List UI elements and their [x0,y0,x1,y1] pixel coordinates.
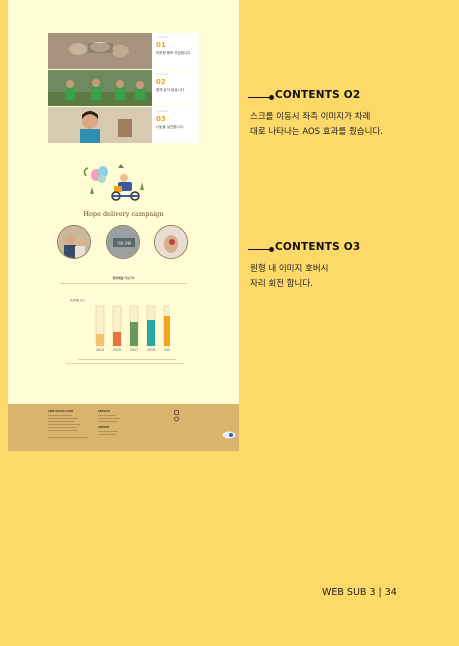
bar-2020 [164,316,170,346]
text-line [78,359,176,360]
card-small-label: VOLUNTEER [156,37,169,39]
top-button-icon[interactable] [222,431,236,439]
footer-line [98,418,120,419]
bar-2019 [147,320,155,346]
footer-line [48,430,78,431]
tick-label-2014: 2014 [96,348,104,352]
page-footer: WEB SUB 3 | 34 [322,587,397,598]
website-preview: VOLUNTEER 01 따뜻한 행복 모금합니다. VOLUNTEER 02 [8,0,239,451]
bar-2015 [113,332,121,346]
bar-2014 [96,334,104,346]
photo-row-3: VOLUNTEER 03 나눔을 실천합니다. [48,107,199,143]
contents-desc-line-1: 스크롤 이동시 좌측 이미지가 차례 [250,112,371,122]
volunteer-photo-2 [48,70,152,106]
bar-2017 [130,322,138,346]
people-photo [58,226,90,258]
contents-label: CONTENTS O3 [275,241,361,253]
circle-sign-label: 기분 전환 [117,241,132,246]
bullet-dot-icon [269,247,274,252]
photo-card-1: VOLUNTEER 01 따뜻한 행복 모금합니다. [152,33,199,69]
tick-label-2017: 2017 [130,348,138,352]
tick-label-2020: 2020 [164,348,170,352]
footer-col2-title: SERVICE [98,410,110,413]
photo-row-1: VOLUNTEER 01 따뜻한 행복 모금합니다. [48,33,199,69]
footer-line [48,421,74,422]
campaign-title: Hope delivery campaign [83,210,164,218]
card-number: 02 [156,78,166,86]
card-text: 나눔을 실천합니다. [156,125,184,129]
photo-card-3: VOLUNTEER 03 나눔을 실천합니다. [152,107,199,143]
photo-row-2: VOLUNTEER 02 함께 같이 돕습니다. [48,70,199,106]
delivery-scooter-illustration [83,164,144,201]
volunteer-photo-3 [48,107,152,143]
tick-label-2015: 2015 [113,348,121,352]
footer-line [98,421,118,422]
footer-line [48,415,72,416]
circle-image-3[interactable] [154,225,188,259]
footer-line [48,437,88,438]
footer-line [98,434,116,435]
footer-line [48,427,76,428]
section-title: 희망배달 더보기? [112,276,135,280]
photo-card-2: VOLUNTEER 02 함께 같이 돕습니다. [152,70,199,106]
contents-desc-line-2: 자리 회전 합니다. [250,279,313,289]
card-text: 따뜻한 행복 모금합니다. [156,51,192,55]
site-footer: LINE SUGAR CLUB SERVICE CENTER [8,404,239,451]
contents-label: CONTENTS O2 [275,89,361,101]
footer-col3-title: CENTER [98,426,109,429]
title-line [248,97,270,98]
social-icons[interactable] [174,410,180,422]
bullet-dot-icon [269,95,274,100]
footer-line [98,431,118,432]
hands-photo [155,226,187,258]
contents-desc-line-1: 원형 내 이미지 호버시 [250,264,329,274]
circle-image-2[interactable]: 기분 전환 [106,225,140,259]
card-number: 03 [156,115,166,123]
text-line [66,363,184,364]
card-small-label: VOLUNTEER [156,74,169,76]
donation-bar-chart: 2014 2015 2017 2019 2020 [95,305,170,352]
footer-line [98,415,116,416]
footer-col1-title: LINE SUGAR CLUB [48,410,74,413]
circle-image-1[interactable] [57,225,91,259]
title-line [248,249,270,250]
card-small-label: VOLUNTEER [156,111,169,113]
footer-line [48,424,80,425]
volunteer-photo-1 [48,33,152,69]
contents-desc-line-2: 대로 나타나는 AOS 효과를 줬습니다. [250,127,383,137]
card-number: 01 [156,41,166,49]
text-line [60,283,187,284]
card-text: 함께 같이 돕습니다. [156,88,186,92]
tick-label-2019: 2019 [147,348,155,352]
footer-line [48,418,78,419]
sign-photo: 기분 전환 [107,226,139,258]
volunteer-photo-list: VOLUNTEER 01 따뜻한 행복 모금합니다. VOLUNTEER 02 [48,33,199,144]
